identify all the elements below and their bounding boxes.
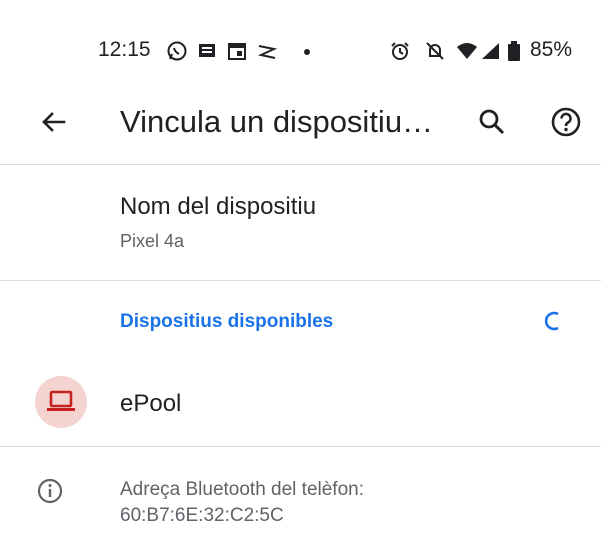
back-button[interactable] xyxy=(36,104,72,140)
laptop-icon xyxy=(47,390,75,411)
bluetooth-address-info: Adreça Bluetooth del telèfon: 60:B7:6E:3… xyxy=(0,447,601,553)
device-list-item[interactable]: ePool xyxy=(0,362,601,447)
device-name-item[interactable]: Nom del dispositiu Pixel 4a xyxy=(0,165,601,281)
device-avatar xyxy=(35,376,87,428)
help-button[interactable] xyxy=(548,104,584,140)
device-name-value: Pixel 4a xyxy=(120,231,185,251)
calendar-icon xyxy=(226,40,248,62)
bluetooth-address-label: Adreça Bluetooth del telèfon: xyxy=(120,479,365,500)
device-name-label: ePool xyxy=(120,390,182,417)
bluetooth-address-value: 60:B7:6E:32:C2:5C xyxy=(120,505,284,526)
help-icon xyxy=(551,107,581,137)
arrow-back-icon xyxy=(42,112,66,132)
search-button[interactable] xyxy=(474,104,510,140)
page-title: Vincula un dispositiu… xyxy=(120,104,434,139)
info-icon xyxy=(36,477,64,505)
dot-icon xyxy=(302,40,312,62)
whatsapp-icon xyxy=(166,40,188,62)
message-icon xyxy=(196,40,218,62)
status-time: 12:15 xyxy=(98,38,151,61)
status-bar: 12:15 85% xyxy=(0,0,601,100)
device-name-title: Nom del dispositiu xyxy=(120,193,317,220)
wifi-icon xyxy=(456,40,478,62)
tidal-icon xyxy=(256,40,278,62)
dnd-off-icon xyxy=(424,40,446,62)
signal-icon xyxy=(480,40,502,62)
loading-spinner-icon xyxy=(541,309,565,333)
alarm-icon xyxy=(389,40,411,62)
battery-percent: 85% xyxy=(530,38,573,61)
available-devices-header: Dispositius disponibles xyxy=(0,281,601,361)
app-bar: Vincula un dispositiu… xyxy=(0,88,601,165)
battery-icon xyxy=(506,40,522,62)
search-icon xyxy=(479,109,505,135)
available-devices-title: Dispositius disponibles xyxy=(120,311,334,332)
